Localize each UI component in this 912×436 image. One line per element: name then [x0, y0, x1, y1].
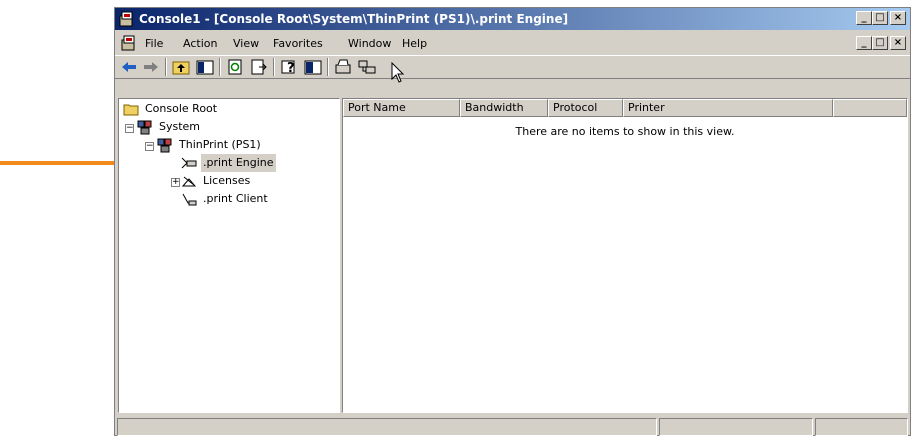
minimize-button[interactable]: _: [856, 11, 872, 25]
title-bar[interactable]: Console1 - [Console Root\System\ThinPrin…: [115, 8, 910, 30]
tree-label: ThinPrint (PS1): [179, 138, 261, 151]
column-header-filler: [833, 99, 907, 117]
show-hide-tree-icon[interactable]: [195, 58, 215, 76]
console-menu-icon[interactable]: [121, 35, 137, 51]
console-app-icon: [119, 11, 133, 27]
menu-bar: File Action View Favorites Window Help _…: [115, 32, 910, 54]
tree-label: .print Client: [203, 192, 268, 205]
status-pane: [815, 418, 908, 436]
empty-list-message: There are no items to show in this view.: [515, 125, 735, 138]
printer-config-icon[interactable]: [333, 58, 353, 76]
menu-help[interactable]: Help: [402, 37, 427, 50]
mmc-window: Console1 - [Console Root\System\ThinPrin…: [114, 7, 911, 436]
tree-label: Licenses: [203, 174, 251, 187]
status-pane: [117, 418, 657, 436]
system-icon: [137, 120, 152, 135]
collapse-toggle[interactable]: −: [125, 124, 134, 133]
menu-window[interactable]: Window: [348, 37, 391, 50]
tree-label: Console Root: [145, 102, 218, 115]
menu-file[interactable]: File: [145, 37, 163, 50]
close-button[interactable]: ×: [890, 11, 906, 25]
export-list-icon[interactable]: [249, 58, 269, 76]
result-list-pane: Port Name Bandwidth Protocol Printer The…: [342, 98, 908, 413]
column-header-bandwidth[interactable]: Bandwidth: [460, 99, 548, 117]
forward-icon[interactable]: [141, 58, 161, 76]
print-client-icon: [182, 193, 197, 206]
menu-action[interactable]: Action: [183, 37, 217, 50]
refresh-icon[interactable]: [225, 58, 245, 76]
child-close-button[interactable]: ×: [890, 36, 906, 50]
console-tree-pane: Console Root − System − ThinPrint (PS1): [118, 98, 340, 413]
child-restore-button[interactable]: □: [872, 36, 888, 50]
toolbar-separator: [327, 58, 329, 76]
mouse-cursor-icon: [391, 62, 405, 83]
window-title: Console1 - [Console Root\System\ThinPrin…: [139, 12, 569, 26]
help-icon[interactable]: ?: [279, 58, 299, 76]
toolbar-separator: [165, 58, 167, 76]
svg-text:?: ?: [287, 61, 295, 76]
maximize-button[interactable]: □: [872, 11, 888, 25]
back-icon[interactable]: [119, 58, 139, 76]
up-one-level-icon[interactable]: [171, 58, 191, 76]
child-minimize-button[interactable]: _: [856, 36, 872, 50]
tree-label: System: [159, 120, 201, 133]
folder-icon: [123, 104, 139, 116]
show-hide-action-pane-icon[interactable]: [303, 58, 323, 76]
toolbar-separator: [219, 58, 221, 76]
toolbar: ?: [115, 55, 910, 83]
menu-favorites[interactable]: Favorites: [273, 37, 323, 50]
printer-network-icon[interactable]: [357, 58, 377, 76]
status-pane: [659, 418, 813, 436]
column-header-printer[interactable]: Printer: [623, 99, 833, 117]
system-icon: [157, 138, 172, 153]
collapse-toggle[interactable]: −: [145, 142, 154, 151]
status-bar: [115, 416, 910, 436]
licenses-icon: [181, 176, 197, 187]
menu-view[interactable]: View: [233, 37, 259, 50]
tree-label: .print Engine: [201, 154, 276, 172]
print-engine-icon: [181, 157, 197, 169]
column-header-protocol[interactable]: Protocol: [548, 99, 623, 117]
toolbar-separator: [273, 58, 275, 76]
expand-toggle[interactable]: +: [171, 178, 180, 187]
column-header-port-name[interactable]: Port Name: [343, 99, 460, 117]
